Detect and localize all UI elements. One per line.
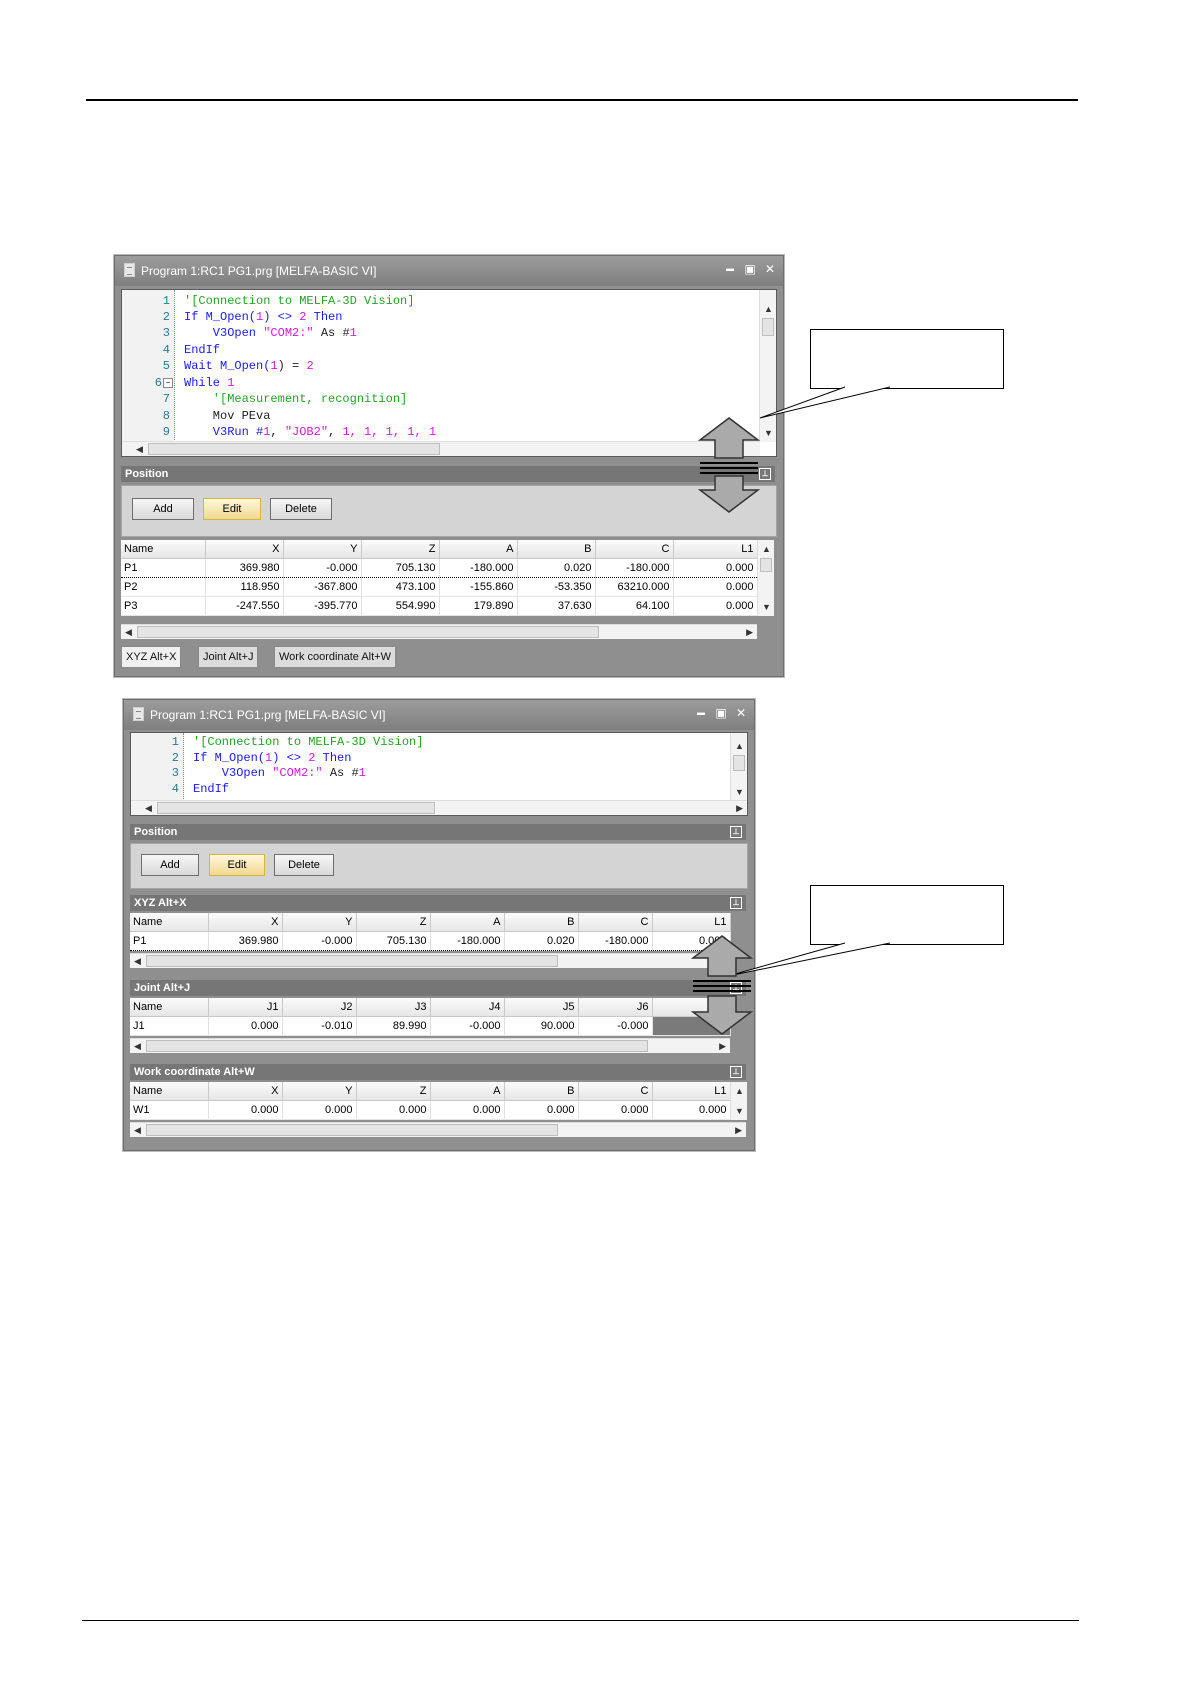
callout-pointer <box>759 386 891 419</box>
resize-arrow-icon <box>697 417 761 513</box>
annotation-overlay <box>690 386 891 1035</box>
callout-pointer <box>727 942 891 977</box>
resize-arrow-icon <box>690 935 754 1035</box>
footer-rule <box>82 1620 1079 1621</box>
